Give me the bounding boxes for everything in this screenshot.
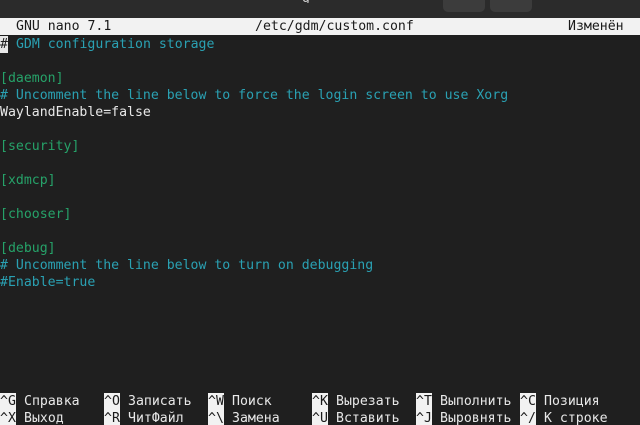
editor-line-text: [xdmcp] xyxy=(0,173,56,188)
editor-line-text: # Uncomment the line below to turn on de… xyxy=(0,258,374,273)
shortcut-key: ^/ xyxy=(520,410,536,425)
editor-line[interactable]: # Uncomment the line below to turn on de… xyxy=(0,257,640,274)
shortcut-item[interactable]: ^/ К строке xyxy=(520,410,608,425)
shortcut-label: Вырезать xyxy=(336,394,400,409)
shortcut-key: ^X xyxy=(0,410,16,425)
editor-line-text: [daemon] xyxy=(0,71,64,86)
shortcut-key: ^U xyxy=(312,410,328,425)
text-cursor: # xyxy=(0,36,8,53)
window-titlebar: g / ⋮ xyxy=(0,0,640,18)
editor-line[interactable]: # GDM configuration storage xyxy=(0,36,640,53)
shortcut-item[interactable]: ^K Вырезать xyxy=(312,393,400,410)
app-version: GNU nano 7.1 xyxy=(16,19,112,34)
shortcut-item[interactable]: ^O Записать xyxy=(104,393,192,410)
shortcut-key: ^G xyxy=(0,393,16,410)
file-path: /etc/gdm/custom.conf xyxy=(255,19,414,34)
editor-line[interactable]: [security] xyxy=(0,138,640,155)
editor-line[interactable] xyxy=(0,155,640,172)
shortcut-item[interactable]: ^U Вставить xyxy=(312,410,400,425)
shortcut-key: ^O xyxy=(104,393,120,410)
shortcut-key: ^C xyxy=(520,393,536,410)
editor-line-text: #Enable=true xyxy=(0,275,96,290)
editor-area[interactable]: # GDM configuration storage [daemon] # Unc… xyxy=(0,36,640,376)
editor-line-text: [security] xyxy=(0,139,80,154)
shortcut-row-1: ^G Справка ^O Записать ^W Поиск ^K Вырезать ^T Вы… xyxy=(0,393,640,410)
shortcut-label: Справка xyxy=(24,394,80,409)
shortcut-key: ^J xyxy=(416,410,432,425)
nano-status-bar: GNU nano 7.1 /etc/gdm/custom.conf Изменё… xyxy=(0,18,640,35)
shortcut-item[interactable]: ^G Справка xyxy=(0,393,80,410)
shortcut-label: Выполнить xyxy=(440,394,512,409)
editor-line[interactable]: #Enable=true xyxy=(0,274,640,291)
editor-line[interactable] xyxy=(0,53,640,70)
shortcut-item[interactable]: ^J Выровнять xyxy=(416,410,511,425)
shortcut-label: Поиск xyxy=(232,394,272,409)
shortcut-key: ^\ xyxy=(208,410,224,425)
editor-line[interactable]: WaylandEnable=false xyxy=(0,104,640,121)
editor-line[interactable]: [daemon] xyxy=(0,70,640,87)
shortcut-item[interactable]: ^W Поиск xyxy=(208,393,272,410)
shortcut-label: ЧитФайл xyxy=(128,411,184,425)
shortcut-row-2: ^X Выход ^R ЧитФайл ^\ Замена ^U Вставить ^J Выро… xyxy=(0,410,640,425)
shortcut-label: Выровнять xyxy=(440,411,512,425)
shortcut-label: Выход xyxy=(24,411,64,425)
editor-line[interactable] xyxy=(0,121,640,138)
editor-line[interactable]: # Uncomment the line below to force the … xyxy=(0,87,640,104)
window-control-button[interactable]: / xyxy=(443,0,485,12)
shortcut-item[interactable]: ^T Выполнить xyxy=(416,393,511,410)
shortcut-item[interactable]: ^X Выход xyxy=(0,410,64,425)
shortcut-item[interactable]: ^\ Замена xyxy=(208,410,280,425)
shortcut-key: ^T xyxy=(416,393,432,410)
editor-line-text: [debug] xyxy=(0,241,56,256)
shortcut-label: Вставить xyxy=(336,411,400,425)
modified-indicator: Изменён xyxy=(568,19,624,34)
editor-line[interactable] xyxy=(0,223,640,240)
shortcut-key: ^W xyxy=(208,393,224,410)
editor-line-text: [chooser] xyxy=(0,207,72,222)
editor-line[interactable]: [chooser] xyxy=(0,206,640,223)
shortcut-bar: ^G Справка ^O Записать ^W Поиск ^K Вырезать ^T Вы… xyxy=(0,393,640,425)
editor-line-text: GDM configuration storage xyxy=(8,37,215,52)
shortcut-item[interactable]: ^R ЧитФайл xyxy=(104,410,184,425)
editor-line[interactable]: [xdmcp] xyxy=(0,172,640,189)
editor-line-text: WaylandEnable=false xyxy=(0,105,151,120)
window-title: g xyxy=(302,0,310,3)
editor-line[interactable]: [debug] xyxy=(0,240,640,257)
shortcut-label: Записать xyxy=(128,394,192,409)
shortcut-item[interactable]: ^C Позиция xyxy=(520,393,600,410)
shortcut-key: ^K xyxy=(312,393,328,410)
shortcut-label: Замена xyxy=(232,411,280,425)
editor-line-text: # Uncomment the line below to force the … xyxy=(0,88,509,103)
editor-line[interactable] xyxy=(0,189,640,206)
shortcut-label: Позиция xyxy=(544,394,600,409)
shortcut-label: К строке xyxy=(544,411,608,425)
window-menu-button[interactable]: ⋮ xyxy=(490,0,532,12)
shortcut-key: ^R xyxy=(104,410,120,425)
